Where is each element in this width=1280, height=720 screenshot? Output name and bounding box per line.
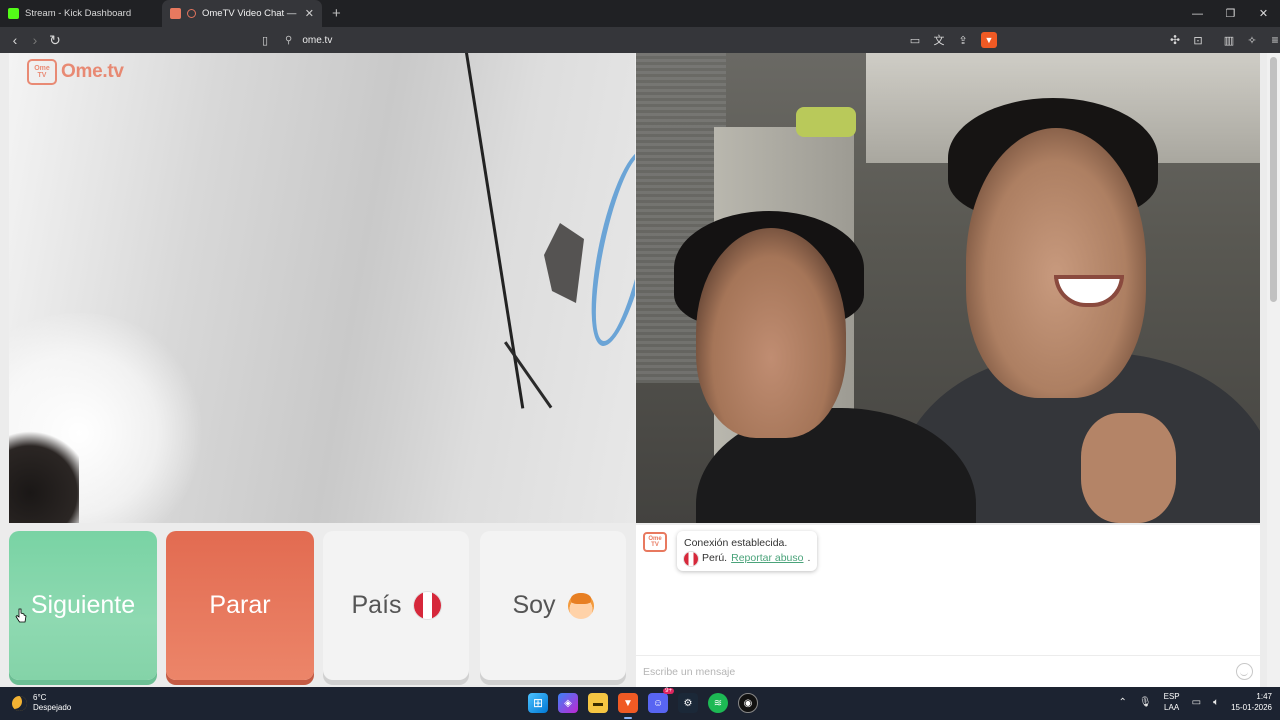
tab-ometv[interactable]: OmeTV Video Chat — Omegl ✕: [162, 0, 322, 27]
browser-toolbar: ‹ › ↻ ▯ ⚲ ome.tv ▭ 文 ⇪ ▼ ✣ ⊡ ▥ ✧ ≡: [0, 27, 1280, 53]
scrollbar-thumb[interactable]: [1270, 57, 1277, 302]
tab-title: OmeTV Video Chat — Omegl: [202, 8, 299, 19]
spotify-icon[interactable]: ≋: [708, 693, 728, 713]
taskbar-apps: ⊞ ◈ ▬ ▼ ☺ 9+ ⚙ ≋ ◉: [528, 688, 758, 719]
local-video: Ome TV Ome.tv: [9, 53, 635, 523]
boy-avatar-icon: [567, 592, 594, 619]
volume-icon[interactable]: 🔈︎: [1213, 697, 1219, 708]
remote-person-2-face: [966, 128, 1146, 398]
remote-person-2-hand: [1081, 413, 1176, 523]
copilot-icon[interactable]: ◈: [558, 693, 578, 713]
screenshot-icon[interactable]: ⊡: [1188, 30, 1208, 50]
wall-decoration: [578, 145, 635, 351]
logo-text: Ome.tv: [61, 61, 124, 82]
menu-icon[interactable]: ≡: [1265, 30, 1280, 50]
ometv-tv-icon: Ome TV: [27, 59, 57, 85]
kick-favicon-icon: [8, 8, 19, 19]
share-icon[interactable]: ⇪: [953, 30, 973, 50]
system-tray: ⌃ 🎙︎ ESP LAA ▭ 🔈︎ 1:47 15-01-2026: [1119, 691, 1272, 713]
ometv-tv-icon: Ome TV: [643, 532, 667, 552]
page-scrollbar[interactable]: [1267, 53, 1280, 687]
stop-label: Parar: [209, 591, 271, 619]
brave-icon[interactable]: ▼: [618, 693, 638, 719]
new-tab-icon[interactable]: +: [322, 5, 351, 22]
steam-icon[interactable]: ⚙: [678, 693, 698, 713]
site-info-icon[interactable]: ⚲: [285, 35, 292, 46]
room-object: [796, 107, 856, 137]
connection-status: Conexión establecida.: [684, 537, 788, 549]
time: 1:47: [1256, 692, 1272, 701]
browser-tab-strip: Stream - Kick Dashboard OmeTV Video Chat…: [0, 0, 1280, 27]
moon-icon: [12, 695, 27, 711]
language-code: ESP: [1163, 692, 1180, 701]
windows-taskbar: 6°C Despejado ⊞ ◈ ▬ ▼ ☺ 9+ ⚙ ≋ ◉ ⌃ 🎙︎ ESP…: [0, 687, 1280, 720]
microphone-icon[interactable]: 🎙︎: [1139, 697, 1152, 708]
close-tab-icon[interactable]: ✕: [305, 7, 314, 20]
input-language[interactable]: ESP LAA: [1164, 691, 1180, 713]
emoji-icon[interactable]: [1236, 663, 1253, 680]
local-user-hair: [9, 423, 79, 523]
address-bar[interactable]: ▯ ⚲ ome.tv: [255, 30, 1000, 50]
close-window-button[interactable]: ✕: [1247, 0, 1280, 27]
brave-shields-icon[interactable]: ▼: [981, 32, 997, 48]
ometv-favicon-icon: [170, 8, 181, 19]
message-bar: [636, 655, 1260, 687]
tab-title: Stream - Kick Dashboard: [25, 8, 132, 19]
stop-button[interactable]: Parar: [166, 531, 314, 680]
translate-icon[interactable]: 文: [929, 30, 949, 50]
wall-decoration: [544, 223, 584, 303]
chevron-up-icon[interactable]: ⌃: [1119, 697, 1127, 708]
date: 15-01-2026: [1231, 703, 1272, 712]
ometv-logo: Ome TV Ome.tv: [27, 59, 124, 85]
weather-widget[interactable]: 6°C Despejado: [12, 693, 71, 713]
keyboard-layout: LAA: [1164, 703, 1180, 712]
back-icon[interactable]: ‹: [5, 30, 25, 50]
tab-kick-dashboard[interactable]: Stream - Kick Dashboard: [0, 0, 162, 27]
network-icon[interactable]: ▭: [1192, 697, 1201, 708]
url-text[interactable]: ome.tv: [302, 35, 332, 46]
system-message: Conexión establecida. Perú. Reportar abu…: [677, 531, 818, 571]
extensions-icon[interactable]: ✣: [1165, 30, 1185, 50]
forward-icon[interactable]: ›: [25, 30, 45, 50]
remote-person-1-face: [696, 228, 846, 438]
peru-flag-icon: [684, 551, 698, 566]
obs-icon[interactable]: ◉: [738, 693, 758, 713]
reload-icon[interactable]: ↻: [45, 30, 65, 50]
file-explorer-icon[interactable]: ▬: [588, 693, 608, 713]
partner-country: Perú.: [702, 552, 728, 564]
minimize-button[interactable]: —: [1181, 0, 1214, 27]
message-input[interactable]: [643, 665, 1236, 678]
recording-icon: [187, 9, 196, 18]
remote-video: [636, 53, 1260, 523]
report-suffix: .: [807, 552, 811, 564]
leo-ai-icon[interactable]: ✧: [1242, 30, 1262, 50]
report-abuse-link[interactable]: Reportar abuso: [731, 551, 803, 566]
discord-icon[interactable]: ☺ 9+: [648, 688, 674, 713]
hand-cursor-icon: [15, 608, 27, 623]
wall-cable: [504, 341, 553, 409]
next-button[interactable]: Siguiente: [9, 531, 157, 680]
gender-label: Soy: [512, 591, 556, 619]
discord-badge: 9+: [663, 688, 674, 694]
next-label: Siguiente: [30, 591, 136, 619]
weather-condition: Despejado: [33, 703, 72, 712]
ometv-page: Ome TV Ome.tv Siguiente Parar País Soy O…: [0, 53, 1280, 687]
country-selector-button[interactable]: País: [323, 531, 469, 680]
temperature: 6°C: [33, 693, 47, 702]
window-controls: — ❐ ✕: [1181, 0, 1280, 27]
clock[interactable]: 1:47 15-01-2026: [1231, 691, 1272, 713]
chat-panel: Ome TV Conexión establecida. Perú. Repor…: [636, 525, 1260, 687]
peru-flag-icon: [413, 592, 441, 619]
bookmark-icon[interactable]: ▯: [255, 30, 275, 50]
restore-button[interactable]: ❐: [1214, 0, 1247, 27]
sidebar-icon[interactable]: ▥: [1219, 30, 1239, 50]
start-icon[interactable]: ⊞: [528, 693, 548, 713]
gender-selector-button[interactable]: Soy: [480, 531, 626, 680]
country-label: País: [351, 591, 402, 619]
cast-icon[interactable]: ▭: [905, 30, 925, 50]
